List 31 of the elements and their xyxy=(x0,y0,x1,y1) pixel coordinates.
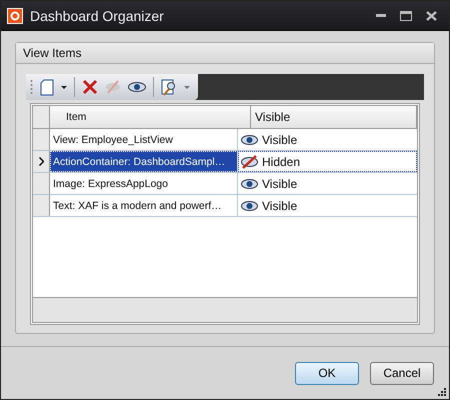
cancel-button[interactable]: Cancel xyxy=(370,362,434,384)
ok-button[interactable]: OK xyxy=(295,362,359,384)
grip-icon xyxy=(30,79,33,95)
table-cell[interactable]: Text: XAF is a modern and powerf… xyxy=(50,195,238,216)
visibility-label: Visible xyxy=(262,132,298,146)
column-header[interactable]: Item xyxy=(50,106,251,128)
resize-grip-icon[interactable] xyxy=(438,388,447,397)
table-cell[interactable]: ActionContainer: DashboardSampl… xyxy=(50,151,238,172)
new-document-icon[interactable] xyxy=(40,78,54,96)
table-cell[interactable]: Visible xyxy=(238,129,417,150)
app-icon xyxy=(7,8,23,24)
group-title: View Items xyxy=(23,46,82,60)
preview-icon[interactable] xyxy=(161,78,177,96)
row-header[interactable] xyxy=(33,151,50,172)
maximize-icon[interactable] xyxy=(400,10,412,20)
close-icon[interactable] xyxy=(426,10,437,20)
table-cell[interactable]: Image: ExpressAppLogo xyxy=(50,173,238,194)
hide-icon xyxy=(105,80,121,94)
visibility-label: Visible xyxy=(262,198,298,212)
column-header[interactable]: Visible xyxy=(251,106,417,128)
visibility-label: Visible xyxy=(262,176,298,190)
dropdown-arrow-icon[interactable] xyxy=(61,86,67,88)
window-title: Dashboard Organizer xyxy=(30,8,164,24)
table-cell[interactable]: Visible xyxy=(238,173,417,194)
visibility-label: Hidden xyxy=(262,154,300,168)
table-cell[interactable]: Hidden xyxy=(238,151,417,172)
table-cell[interactable]: Visible xyxy=(238,195,417,216)
minimize-icon[interactable] xyxy=(376,14,386,18)
eye-icon[interactable] xyxy=(128,82,146,92)
table-cell[interactable]: View: Employee_ListView xyxy=(50,129,238,150)
delete-icon[interactable] xyxy=(82,79,98,95)
